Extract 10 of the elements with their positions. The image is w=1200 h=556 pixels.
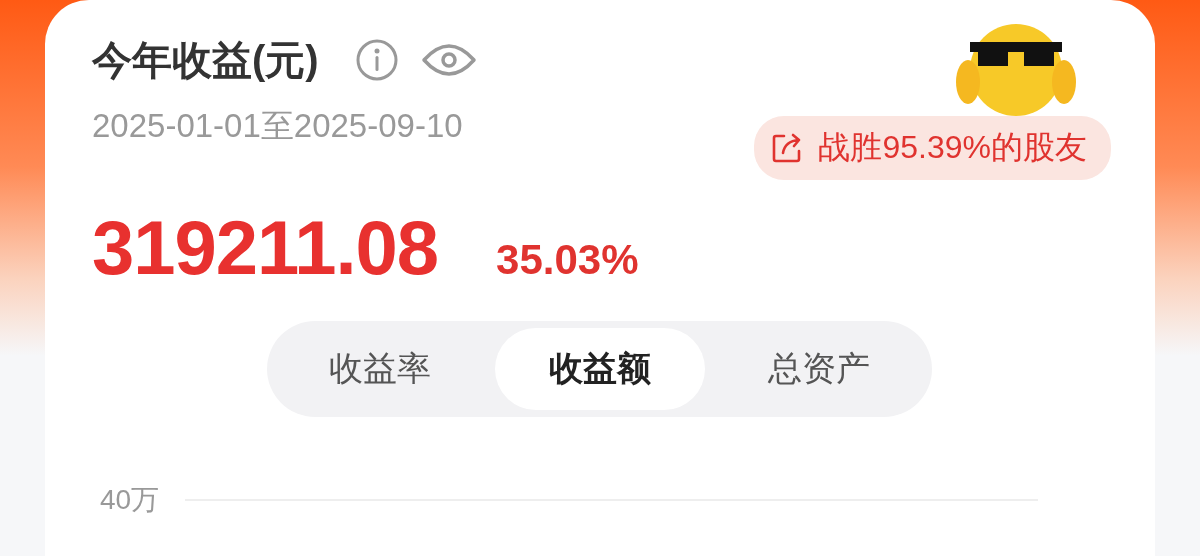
tab[interactable]: 收益额: [494, 328, 705, 410]
section-title: 今年收益(元): [92, 36, 319, 84]
tab[interactable]: 收益率: [275, 328, 485, 410]
axis-label: 40万: [100, 483, 160, 517]
profit-amount: 319211.08: [92, 204, 439, 291]
tab[interactable]: 总资产: [714, 328, 924, 410]
profit-rate: 35.03%: [496, 236, 639, 284]
date-range: 2025-01-01至2025-09-10: [92, 106, 464, 146]
rank-badge[interactable]: 战胜95.39%的股友: [754, 116, 1111, 180]
info-icon[interactable]: [354, 38, 399, 82]
